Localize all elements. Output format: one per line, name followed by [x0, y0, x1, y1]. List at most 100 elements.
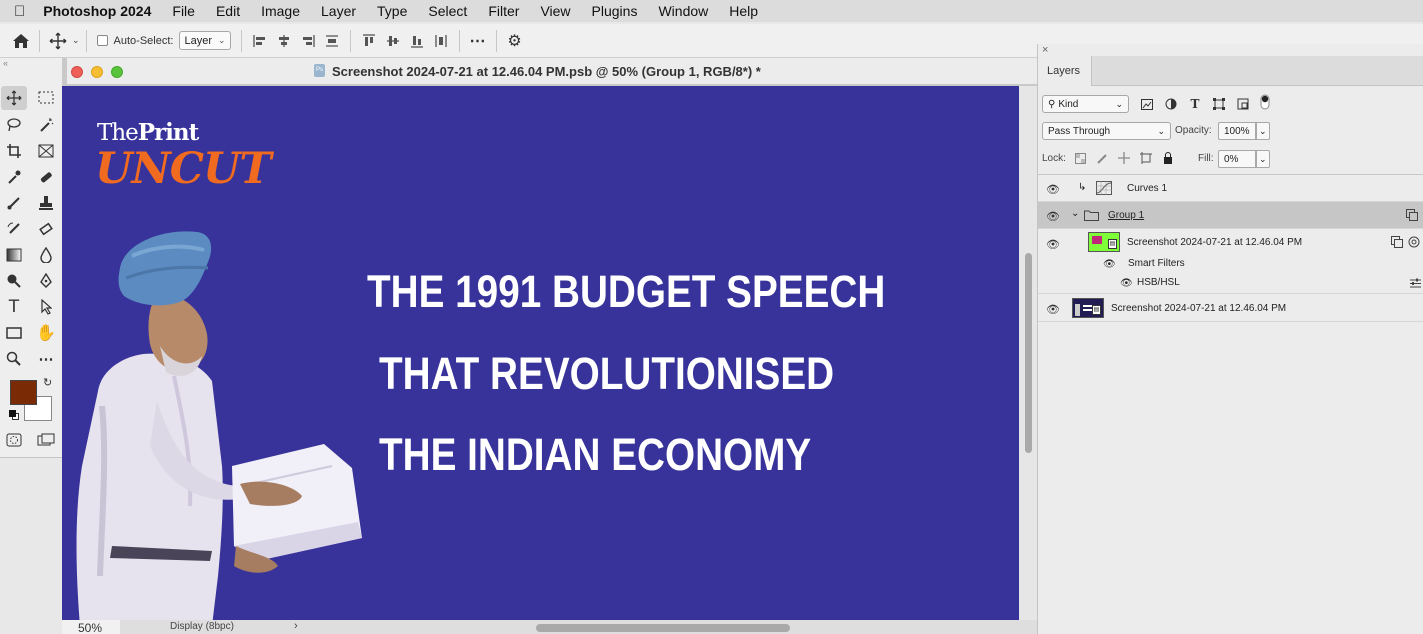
- rectangle-tool-icon[interactable]: [1, 321, 27, 345]
- layer-name[interactable]: Screenshot 2024-07-21 at 12.46.04 PM: [1127, 237, 1302, 248]
- menu-plugins[interactable]: Plugins: [592, 3, 638, 19]
- visibility-eye-icon[interactable]: 👁: [1046, 303, 1060, 316]
- adjustment-filter-icon[interactable]: [1163, 96, 1179, 112]
- lasso-tool-icon[interactable]: [1, 113, 27, 137]
- blur-tool-icon[interactable]: [33, 243, 59, 267]
- move-tool-icon[interactable]: [1, 86, 27, 110]
- magic-wand-icon[interactable]: [33, 113, 59, 137]
- pixel-filter-icon[interactable]: [1139, 96, 1155, 112]
- minimize-window-button[interactable]: [91, 66, 103, 78]
- path-selection-icon[interactable]: [33, 295, 59, 319]
- frame-tool-icon[interactable]: [33, 139, 59, 163]
- visibility-eye-icon[interactable]: 👁: [1046, 238, 1060, 251]
- filter-blending-options-icon[interactable]: [1410, 278, 1421, 292]
- visibility-eye-icon[interactable]: 👁: [1046, 183, 1060, 196]
- shape-filter-icon[interactable]: [1211, 96, 1227, 112]
- eyedropper-icon[interactable]: [1, 165, 27, 189]
- blend-mode-dropdown[interactable]: Pass Through ⌄: [1042, 122, 1171, 140]
- filter-row[interactable]: 👁 HSB/HSL: [1038, 274, 1423, 294]
- status-arrow-icon[interactable]: ›: [294, 620, 298, 632]
- more-tools-icon[interactable]: ⋯: [33, 347, 59, 371]
- layer-name[interactable]: Screenshot 2024-07-21 at 12.46.04 PM: [1111, 303, 1286, 314]
- lock-all-icon[interactable]: [1160, 150, 1176, 166]
- fill-input[interactable]: 0%: [1218, 150, 1256, 168]
- align-bottom-icon[interactable]: [405, 29, 429, 53]
- menu-image[interactable]: Image: [261, 3, 300, 19]
- auto-select-checkbox[interactable]: [96, 35, 108, 46]
- swap-colors-icon[interactable]: ↻: [43, 376, 52, 389]
- quick-mask-icon[interactable]: [1, 428, 27, 452]
- type-tool-icon[interactable]: T: [1, 295, 27, 319]
- vertical-scrollbar[interactable]: [1019, 86, 1037, 620]
- tools-panel-grip[interactable]: «: [0, 58, 63, 72]
- menu-filter[interactable]: Filter: [488, 3, 519, 19]
- smart-filters-row[interactable]: 👁 Smart Filters: [1038, 255, 1423, 274]
- zoom-level-field[interactable]: 50%: [62, 620, 120, 634]
- marquee-tool-icon[interactable]: [33, 86, 59, 110]
- vertical-scroll-thumb[interactable]: [1025, 253, 1032, 453]
- layer-row-smart-object[interactable]: 👁 ▤ Screenshot 2024-07-21 at 12.46.04 PM: [1038, 295, 1423, 322]
- smart-object-filter-icon[interactable]: [1235, 96, 1251, 112]
- chevron-down-icon[interactable]: ⌄: [1071, 208, 1079, 219]
- layer-name[interactable]: Curves 1: [1127, 183, 1167, 194]
- menu-select[interactable]: Select: [428, 3, 467, 19]
- visibility-eye-icon[interactable]: 👁: [1103, 259, 1116, 270]
- visibility-eye-icon[interactable]: 👁: [1046, 210, 1060, 223]
- dodge-tool-icon[interactable]: [1, 269, 27, 293]
- opacity-input[interactable]: 100%: [1218, 122, 1256, 140]
- align-middle-icon[interactable]: [381, 29, 405, 53]
- settings-icon[interactable]: ⚙: [503, 29, 527, 53]
- menu-app-name[interactable]: Photoshop 2024: [43, 3, 151, 19]
- lock-position-icon[interactable]: [1116, 150, 1132, 166]
- menu-view[interactable]: View: [540, 3, 570, 19]
- smart-filter-effects-icon[interactable]: [1408, 236, 1420, 251]
- close-window-button[interactable]: [71, 66, 83, 78]
- menu-type[interactable]: Type: [377, 3, 407, 19]
- fill-dropdown[interactable]: ⌄: [1256, 150, 1270, 168]
- image-canvas[interactable]: ThePrint UNCUT THE 1991 BUDGET SPEECH TH…: [62, 86, 1019, 620]
- default-colors-icon[interactable]: [9, 410, 19, 420]
- menu-layer[interactable]: Layer: [321, 3, 356, 19]
- stamp-tool-icon[interactable]: [33, 191, 59, 215]
- document-info[interactable]: Display (8bpc): [170, 621, 234, 632]
- crop-tool-icon[interactable]: [1, 139, 27, 163]
- link-layers-icon[interactable]: [1406, 209, 1418, 224]
- lock-artboard-icon[interactable]: [1138, 150, 1154, 166]
- lock-transparent-pixels-icon[interactable]: [1072, 150, 1088, 166]
- pen-tool-icon[interactable]: [33, 269, 59, 293]
- menu-window[interactable]: Window: [658, 3, 708, 19]
- link-layers-icon[interactable]: [1391, 236, 1403, 251]
- menu-edit[interactable]: Edit: [216, 3, 240, 19]
- hand-tool-icon[interactable]: ✋: [33, 321, 59, 345]
- align-top-icon[interactable]: [357, 29, 381, 53]
- eraser-icon[interactable]: [33, 217, 59, 241]
- healing-brush-icon[interactable]: [33, 165, 59, 189]
- filter-kind-dropdown[interactable]: ⚲ Kind ⌄: [1042, 95, 1129, 113]
- menu-help[interactable]: Help: [729, 3, 758, 19]
- brush-tool-icon[interactable]: [1, 191, 27, 215]
- document-titlebar[interactable]: Ps Screenshot 2024-07-21 at 12.46.04 PM.…: [67, 58, 1037, 85]
- screen-mode-icon[interactable]: [33, 428, 59, 452]
- close-panel-icon[interactable]: ×: [1042, 44, 1048, 56]
- align-left-icon[interactable]: [248, 29, 272, 53]
- type-filter-icon[interactable]: T: [1187, 96, 1203, 112]
- distribute-icon[interactable]: [320, 29, 344, 53]
- distribute-vertical-icon[interactable]: [429, 29, 453, 53]
- auto-select-target-dropdown[interactable]: Layer ⌄: [179, 31, 231, 50]
- apple-logo-icon[interactable]: : [14, 3, 25, 20]
- smart-filters-label[interactable]: Smart Filters: [1128, 258, 1185, 269]
- gradient-tool-icon[interactable]: [1, 243, 27, 267]
- layer-row-group[interactable]: 👁 ⌄ Group 1: [1038, 202, 1423, 229]
- filter-name[interactable]: HSB/HSL: [1137, 277, 1180, 288]
- layer-row[interactable]: 👁 ↳ Curves 1: [1038, 175, 1423, 202]
- chevron-down-icon[interactable]: ⌄: [72, 35, 80, 46]
- zoom-tool-icon[interactable]: [1, 347, 27, 371]
- lock-image-pixels-icon[interactable]: [1094, 150, 1110, 166]
- foreground-color-swatch[interactable]: [10, 380, 37, 405]
- layer-name[interactable]: Group 1: [1108, 210, 1144, 221]
- move-tool-icon[interactable]: [46, 29, 70, 53]
- menu-file[interactable]: File: [172, 3, 195, 19]
- history-brush-icon[interactable]: [1, 217, 27, 241]
- horizontal-scroll-thumb[interactable]: [536, 624, 790, 632]
- align-center-icon[interactable]: [272, 29, 296, 53]
